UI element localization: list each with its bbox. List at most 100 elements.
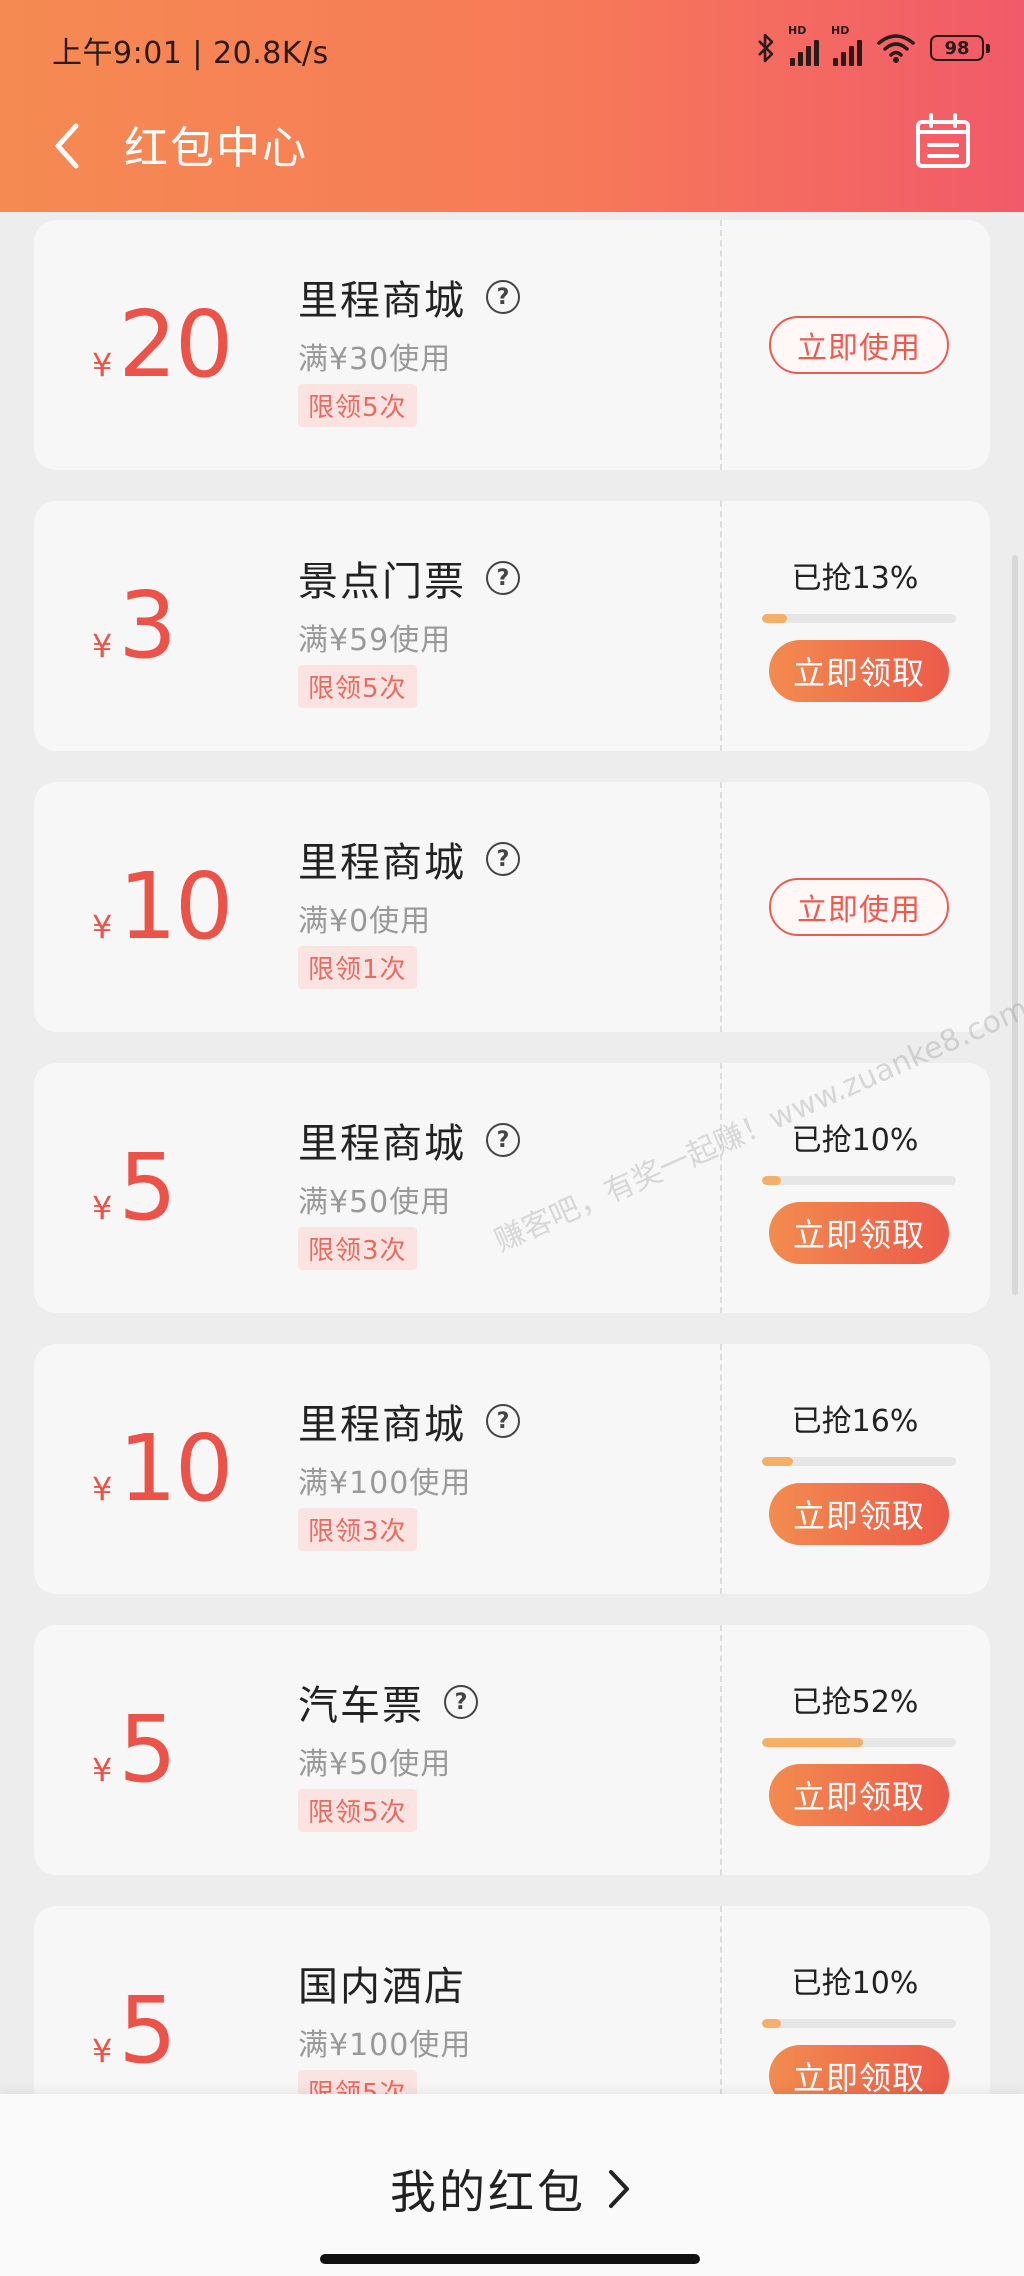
calendar-icon[interactable] xyxy=(914,112,972,170)
claim-now-button[interactable]: 立即领取 xyxy=(769,1764,949,1826)
currency-symbol: ¥ xyxy=(92,1751,113,1789)
coupon-condition: 满¥100使用 xyxy=(298,1466,472,1501)
coupon-condition: 满¥30使用 xyxy=(298,342,452,377)
progress-fill xyxy=(762,1176,782,1185)
coupon-name-row: 里程商城 ? xyxy=(298,268,520,326)
coupon-card: ¥ 10 里程商城 ? 满¥100使用 限领3次 已抢16% 立即领取 xyxy=(34,1344,990,1594)
card-divider xyxy=(720,220,722,470)
claim-now-button[interactable]: 立即领取 xyxy=(769,1483,949,1545)
progress-bar xyxy=(762,1457,956,1466)
claim-now-button[interactable]: 立即领取 xyxy=(769,1202,949,1264)
signal-icon: HD xyxy=(788,24,819,66)
coupon-limit-badge: 限领3次 xyxy=(298,1508,417,1551)
progress-fill xyxy=(762,2019,782,2028)
coupon-limit-badge: 限领1次 xyxy=(298,946,417,989)
grabbed-percent: 已抢10% xyxy=(791,1966,919,2001)
currency-symbol: ¥ xyxy=(92,346,113,384)
grabbed-percent: 已抢52% xyxy=(791,1685,919,1720)
help-icon[interactable]: ? xyxy=(444,1685,478,1719)
my-redpacket-label: 我的红包 xyxy=(390,2165,586,2219)
grabbed-percent: 已抢10% xyxy=(791,1123,919,1158)
bluetooth-icon xyxy=(758,33,774,63)
coupon-amount: ¥ 3 xyxy=(92,572,177,679)
coupon-name-row: 汽车票 ? xyxy=(298,1673,478,1731)
coupon-name: 国内酒店 xyxy=(298,1964,466,2010)
claim-now-button[interactable]: 立即领取 xyxy=(769,640,949,702)
coupon-name: 汽车票 xyxy=(298,1683,424,1729)
page-title: 红包中心 xyxy=(124,123,308,174)
coupon-card: ¥ 20 里程商城 ? 满¥30使用 限领5次 立即使用 xyxy=(34,220,990,470)
currency-symbol: ¥ xyxy=(92,627,113,665)
help-icon[interactable]: ? xyxy=(486,1123,520,1157)
my-redpacket-button[interactable]: 我的红包 xyxy=(0,2156,1024,2222)
help-icon[interactable]: ? xyxy=(486,1404,520,1438)
chevron-right-icon xyxy=(609,2170,629,2208)
scrollbar[interactable] xyxy=(1012,555,1018,1295)
coupon-name-row: 景点门票 ? xyxy=(298,549,520,607)
coupon-amount: ¥ 5 xyxy=(92,1696,177,1803)
currency-symbol: ¥ xyxy=(92,1189,113,1227)
home-indicator[interactable] xyxy=(320,2254,700,2264)
amount-value: 20 xyxy=(118,291,233,398)
coupon-name-row: 里程商城 ? xyxy=(298,830,520,888)
grabbed-percent: 已抢16% xyxy=(791,1404,919,1439)
coupon-amount: ¥ 20 xyxy=(92,291,233,398)
coupon-condition: 满¥50使用 xyxy=(298,1185,452,1220)
help-icon[interactable]: ? xyxy=(486,280,520,314)
card-divider xyxy=(720,1063,722,1313)
amount-value: 5 xyxy=(118,1696,177,1803)
coupon-name-row: 里程商城 ? xyxy=(298,1392,520,1450)
coupon-condition: 满¥59使用 xyxy=(298,623,452,658)
coupon-amount: ¥ 5 xyxy=(92,1977,177,2084)
use-now-button[interactable]: 立即使用 xyxy=(769,316,949,374)
back-arrow-icon[interactable] xyxy=(46,116,88,176)
card-divider xyxy=(720,1625,722,1875)
amount-value: 5 xyxy=(118,1977,177,2084)
currency-symbol: ¥ xyxy=(92,1470,113,1508)
coupon-name: 里程商城 xyxy=(298,1402,466,1448)
amount-value: 10 xyxy=(118,1415,233,1522)
progress-fill xyxy=(762,614,788,623)
coupon-amount: ¥ 5 xyxy=(92,1134,177,1241)
coupon-condition: 满¥0使用 xyxy=(298,904,432,939)
use-now-button[interactable]: 立即使用 xyxy=(769,878,949,936)
hd-label: HD xyxy=(788,24,807,37)
coupon-name: 景点门票 xyxy=(298,559,466,605)
coupon-limit-badge: 限领3次 xyxy=(298,1227,417,1270)
coupon-name: 里程商城 xyxy=(298,840,466,886)
card-divider xyxy=(720,501,722,751)
coupon-limit-badge: 限领5次 xyxy=(298,665,417,708)
grabbed-percent: 已抢13% xyxy=(791,561,919,596)
bottom-bar: 我的红包 xyxy=(0,2094,1024,2276)
progress-bar xyxy=(762,1738,956,1747)
coupon-card: ¥ 3 景点门票 ? 满¥59使用 限领5次 已抢13% 立即领取 xyxy=(34,501,990,751)
progress-bar xyxy=(762,614,956,623)
help-icon[interactable]: ? xyxy=(486,842,520,876)
coupon-condition: 满¥100使用 xyxy=(298,2028,472,2063)
coupon-limit-badge: 限领5次 xyxy=(298,384,417,427)
progress-bar xyxy=(762,1176,956,1185)
coupon-amount: ¥ 10 xyxy=(92,861,233,953)
progress-fill xyxy=(762,1457,794,1466)
hd-label: HD xyxy=(831,24,850,37)
currency-symbol: ¥ xyxy=(92,908,113,946)
coupon-card: ¥ 5 里程商城 ? 满¥50使用 限领3次 已抢10% 立即领取 xyxy=(34,1063,990,1313)
coupon-card: ¥ 10 里程商城 ? 满¥0使用 限领1次 立即使用 xyxy=(34,782,990,1032)
progress-bar xyxy=(762,2019,956,2028)
coupon-limit-badge: 限领5次 xyxy=(298,1789,417,1832)
signal-icon: HD xyxy=(831,24,862,66)
coupon-condition: 满¥50使用 xyxy=(298,1747,452,1782)
status-icons: HD HD 98 xyxy=(756,24,990,68)
coupon-amount: ¥ 10 xyxy=(92,1415,233,1522)
card-divider xyxy=(720,1344,722,1594)
amount-value: 5 xyxy=(118,1134,177,1241)
amount-value: 3 xyxy=(118,572,177,679)
status-time-speed: 上午9:01 | 20.8K/s xyxy=(52,36,329,71)
coupon-name-row: 里程商城 ? xyxy=(298,1111,520,1169)
help-icon[interactable]: ? xyxy=(486,561,520,595)
coupon-name: 里程商城 xyxy=(298,1121,466,1167)
card-divider xyxy=(720,782,722,1032)
wifi-icon xyxy=(877,34,915,63)
header-bar: 上午9:01 | 20.8K/s HD HD 98 红包中心 xyxy=(0,0,1024,212)
coupon-name: 里程商城 xyxy=(298,278,466,324)
